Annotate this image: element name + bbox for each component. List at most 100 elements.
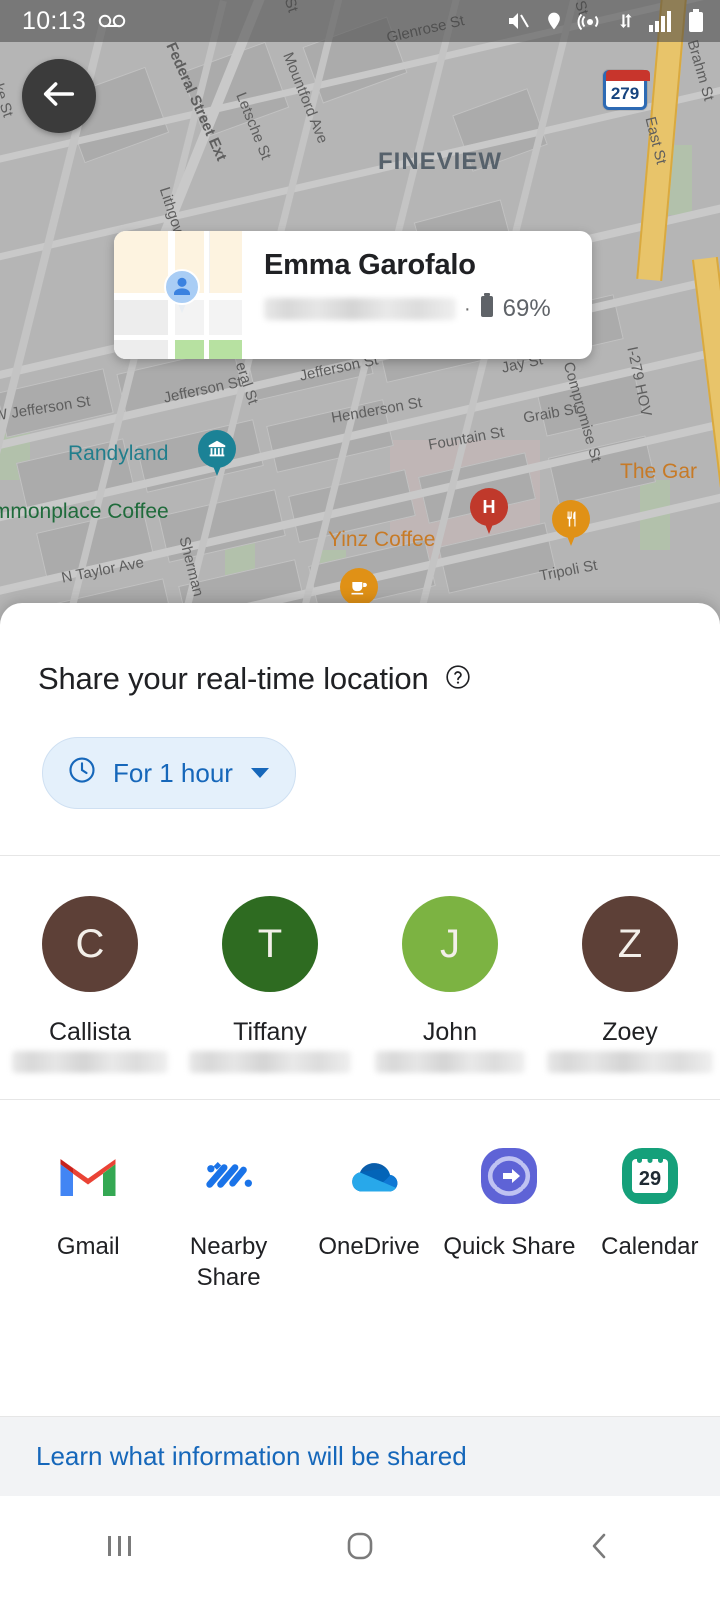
recents-icon xyxy=(103,1531,137,1566)
avatar-initial: T xyxy=(257,921,283,966)
contact-item[interactable]: T Tiffany xyxy=(180,896,360,1047)
back-nav-button[interactable] xyxy=(480,1530,720,1567)
battery-icon xyxy=(479,293,495,324)
contact-name: John xyxy=(422,1018,478,1046)
status-icons xyxy=(505,9,704,33)
mute-icon xyxy=(505,9,531,33)
poi-label-randyland: Randyland xyxy=(68,442,169,465)
location-thumbnail xyxy=(114,231,242,359)
thumb-block xyxy=(114,231,168,295)
avatar-initial: Z xyxy=(617,921,643,966)
contact-row: C Callista T Tiffany J John Z Zoey xyxy=(0,856,720,1047)
clock-icon xyxy=(67,755,97,792)
status-bar: 10:13 xyxy=(0,0,720,42)
arrow-left-icon xyxy=(39,74,79,119)
person-info-card[interactable]: Emma Garofalo · 69% xyxy=(114,231,592,359)
app-item-calendar[interactable]: 29 Calendar xyxy=(580,1142,720,1293)
thumb-block xyxy=(210,231,242,295)
pin-circle xyxy=(164,269,200,305)
android-nav-bar xyxy=(0,1496,720,1600)
contact-detail-cell xyxy=(360,1051,540,1073)
redacted-contact-detail xyxy=(375,1051,525,1073)
highway-shield-279: 279 xyxy=(603,70,650,110)
location-icon xyxy=(544,9,564,33)
help-circle-icon[interactable] xyxy=(445,664,471,695)
contact-detail-row xyxy=(0,1051,720,1073)
app-label: Calendar xyxy=(601,1233,699,1260)
duration-chip-label: For 1 hour xyxy=(113,757,233,788)
recents-button[interactable] xyxy=(0,1531,240,1566)
app-label: OneDrive xyxy=(318,1233,420,1260)
contact-detail-cell xyxy=(180,1051,360,1073)
avatar-initial: J xyxy=(440,921,460,966)
share-bottom-sheet: Share your real-time location For 1 hour… xyxy=(0,603,720,1600)
restaurant-icon xyxy=(552,500,590,538)
app-item-nearby-share[interactable]: Nearby Share xyxy=(158,1142,298,1293)
person-subline: · 69% xyxy=(264,293,576,324)
chevron-down-icon xyxy=(250,768,269,778)
redacted-contact-detail xyxy=(547,1051,713,1073)
map-neighborhood-label: FINEVIEW xyxy=(378,148,503,175)
avatar: Z xyxy=(582,896,678,992)
home-icon xyxy=(343,1529,377,1568)
duration-chip-row: For 1 hour xyxy=(0,697,720,809)
sheet-header: Share your real-time location xyxy=(0,603,720,697)
shield-number: 279 xyxy=(610,84,640,103)
avatar: T xyxy=(222,896,318,992)
svg-text:29: 29 xyxy=(639,1168,661,1190)
user-location-pin xyxy=(164,269,200,313)
nearby-share-icon xyxy=(195,1142,263,1210)
app-item-onedrive[interactable]: OneDrive xyxy=(299,1142,439,1293)
hospital-pin[interactable]: H xyxy=(470,488,508,536)
poi-label-commonplace-coffee: Commonplace Coffee xyxy=(0,500,169,523)
onedrive-icon xyxy=(335,1142,403,1210)
poi-label-yinz-coffee: Yinz Coffee xyxy=(328,528,436,551)
calendar-icon: 29 xyxy=(616,1142,684,1210)
app-label: Gmail xyxy=(56,1233,120,1260)
contact-name: Tiffany xyxy=(233,1018,307,1046)
museum-pin[interactable] xyxy=(198,430,236,478)
shield-top-band xyxy=(606,70,650,81)
avatar: J xyxy=(402,896,498,992)
gmail-icon xyxy=(54,1142,122,1210)
museum-icon xyxy=(198,430,236,468)
duration-chip[interactable]: For 1 hour xyxy=(42,737,296,809)
contact-name: Callista xyxy=(49,1018,131,1046)
redacted-address xyxy=(264,297,456,320)
contact-item[interactable]: Z Zoey xyxy=(540,896,720,1047)
contact-name: Zoey xyxy=(602,1018,658,1046)
voicemail-icon xyxy=(98,12,126,30)
data-transfer-icon xyxy=(616,9,636,33)
quick-share-icon xyxy=(475,1142,543,1210)
avatar-initial: C xyxy=(75,921,105,966)
battery-percent: 69% xyxy=(502,294,551,322)
poi-label-the-garden: The Gar xyxy=(620,460,698,483)
app-label: Quick Share xyxy=(443,1233,576,1260)
learn-info-bar[interactable]: Learn what information will be shared xyxy=(0,1416,720,1496)
person-name: Emma Garofalo xyxy=(264,249,476,281)
app-share-row: Gmail Nearby Share OneDrive Quick Share … xyxy=(0,1100,720,1293)
person-info: Emma Garofalo · 69% xyxy=(242,231,592,359)
restaurant-pin[interactable] xyxy=(552,500,590,548)
page-title: Share your real-time location xyxy=(38,661,429,696)
app-item-quick-share[interactable]: Quick Share xyxy=(439,1142,579,1293)
coffee-cup-icon xyxy=(340,568,378,606)
thumb-block xyxy=(114,299,168,359)
avatar: C xyxy=(42,896,138,992)
back-icon xyxy=(585,1530,615,1567)
hotspot-icon xyxy=(577,9,603,33)
signal-icon xyxy=(649,10,675,32)
hospital-letter: H xyxy=(482,496,496,517)
redacted-contact-detail xyxy=(12,1051,168,1073)
back-button[interactable] xyxy=(22,59,96,133)
thumb-road xyxy=(114,335,242,340)
home-button[interactable] xyxy=(240,1529,480,1568)
app-item-gmail[interactable]: Gmail xyxy=(18,1142,158,1293)
separator-dot: · xyxy=(464,297,471,320)
contact-item[interactable]: J John xyxy=(360,896,540,1047)
redacted-contact-detail xyxy=(189,1051,351,1073)
learn-more-link[interactable]: Learn what information will be shared xyxy=(36,1441,467,1472)
battery-icon xyxy=(688,9,704,33)
contact-detail-cell xyxy=(540,1051,720,1073)
contact-item[interactable]: C Callista xyxy=(0,896,180,1047)
